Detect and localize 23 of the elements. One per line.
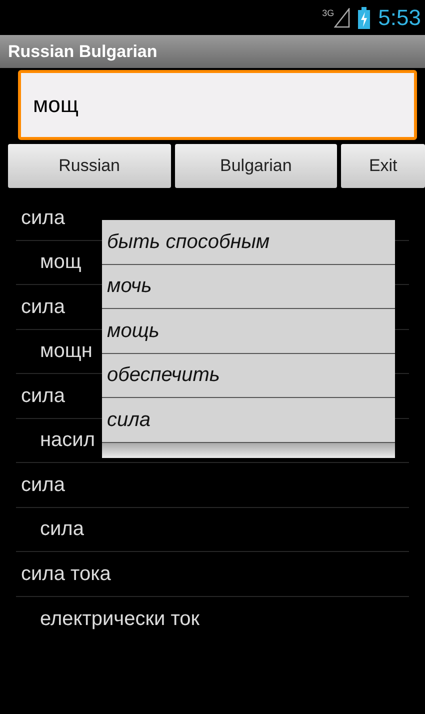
charging-battery-icon	[358, 6, 370, 28]
result-word[interactable]: сила	[16, 470, 65, 500]
language-button[interactable]: Exit	[341, 144, 425, 188]
result-word[interactable]: сила	[16, 202, 65, 233]
signal-icon	[334, 8, 350, 28]
suggestion-item[interactable]: обеспечить	[102, 354, 395, 398]
result-translation[interactable]: мощ	[16, 247, 82, 278]
clock: 5:53	[378, 6, 421, 28]
window-title: Russian Bulgarian	[8, 40, 158, 63]
suggestion-item[interactable]: мощь	[102, 309, 395, 354]
result-translation[interactable]: мощн	[16, 336, 92, 366]
result-translation[interactable]: електрически ток	[16, 604, 200, 634]
result-translation[interactable]: насил	[16, 425, 96, 456]
result-word[interactable]: сила	[16, 380, 65, 411]
result-word[interactable]: сила	[16, 292, 65, 322]
network-type: 3G	[322, 8, 334, 18]
suggestion-item[interactable]: быть способным	[102, 220, 395, 264]
search-field[interactable]: мощ	[18, 70, 417, 140]
language-button[interactable]: Russian	[8, 144, 171, 188]
language-button[interactable]: Bulgarian	[174, 144, 338, 188]
result-word[interactable]: сила тока	[16, 558, 111, 589]
suggestion-item[interactable]: мочь	[102, 264, 395, 309]
result-translation[interactable]: сила	[16, 514, 84, 544]
